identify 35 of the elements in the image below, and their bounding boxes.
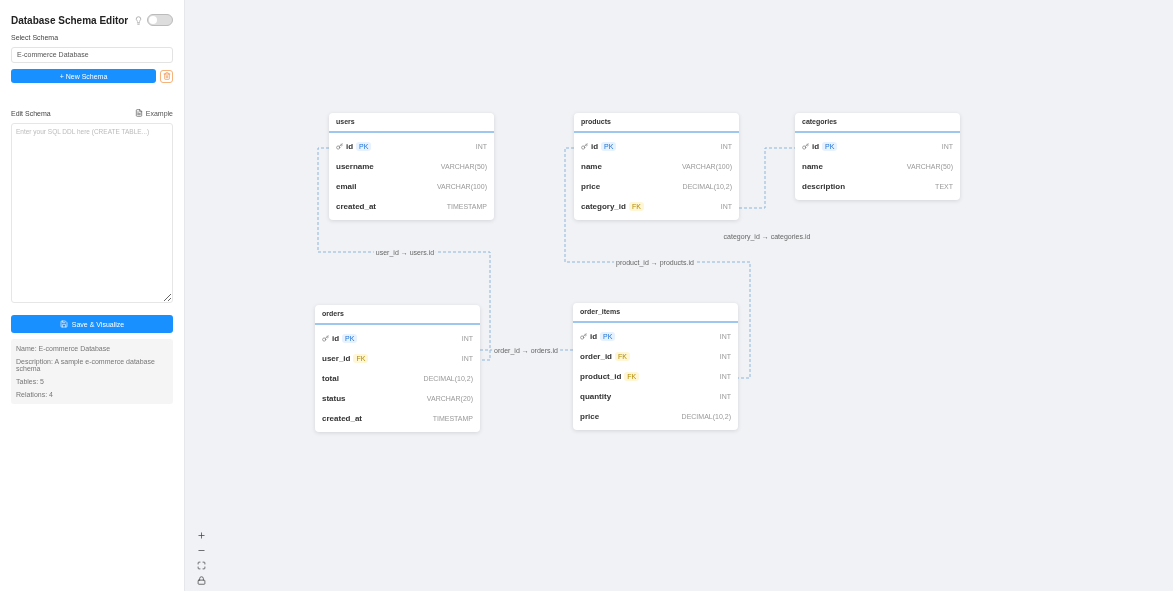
- column-name: name: [581, 161, 602, 171]
- column-name: created_at: [336, 201, 377, 211]
- column-name: description: [802, 181, 846, 191]
- column-name: price: [581, 181, 601, 191]
- column-name: category_id: [581, 201, 626, 211]
- key-icon: [580, 332, 587, 340]
- column-name: user_id: [322, 353, 351, 363]
- column-name: total: [322, 373, 339, 383]
- column-name: order_id: [580, 351, 612, 361]
- key-icon: [322, 334, 329, 342]
- column-name: quantity: [580, 391, 612, 401]
- key-icon: [802, 142, 809, 150]
- key-icon: [336, 142, 343, 150]
- lock-icon[interactable]: [197, 576, 206, 585]
- trash-icon: [162, 72, 171, 80]
- app-title: Database Schema Editor: [11, 14, 129, 26]
- lightbulb-icon: [134, 15, 143, 25]
- column-name: id: [591, 141, 599, 151]
- column-name: price: [580, 411, 600, 421]
- theme-toggle[interactable]: [147, 14, 173, 26]
- column-name: email: [336, 181, 357, 191]
- fit-view-icon[interactable]: [197, 561, 206, 570]
- column-name: product_id: [580, 371, 622, 381]
- key-icon: [581, 142, 588, 150]
- zoom-in-icon[interactable]: [197, 531, 206, 540]
- column-name: id: [346, 141, 354, 151]
- document-icon: [134, 109, 143, 117]
- column-name: id: [812, 141, 820, 151]
- column-name: name: [802, 161, 823, 171]
- save-icon: [59, 320, 68, 328]
- column-name: created_at: [322, 413, 363, 423]
- column-name: id: [332, 333, 340, 343]
- column-name: id: [590, 331, 598, 341]
- column-name: status: [322, 393, 346, 403]
- column-name: username: [336, 161, 374, 171]
